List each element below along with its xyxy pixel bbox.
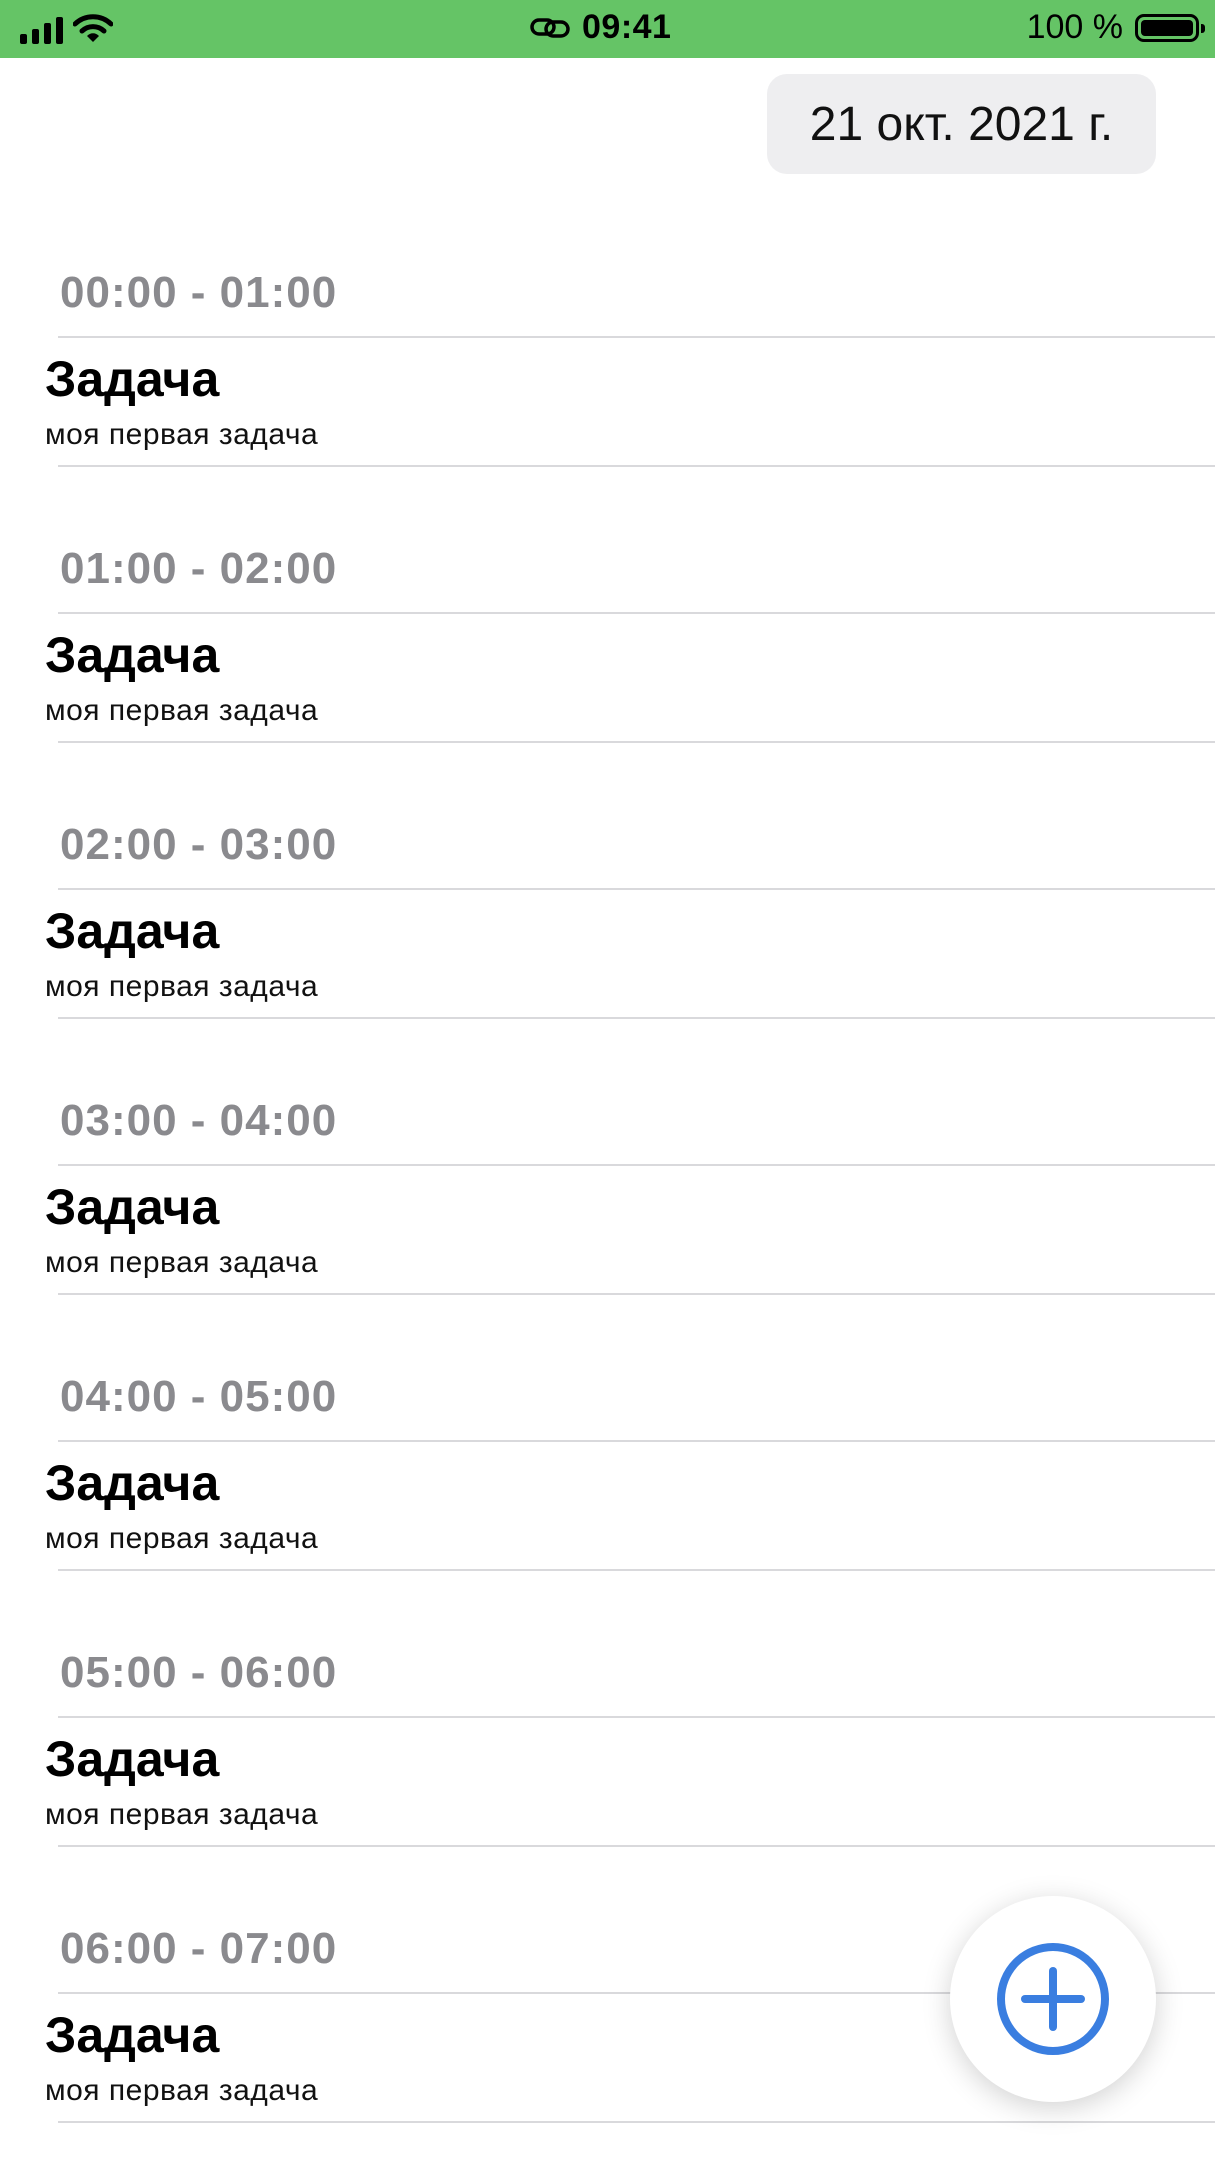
task-title: Задача: [45, 1731, 220, 1787]
slot-time-label: 06:00 - 07:00: [60, 1924, 338, 1973]
task-title: Задача: [45, 351, 220, 407]
task-title: Задача: [45, 627, 220, 683]
task-subtitle: моя первая задача: [45, 694, 319, 727]
status-right: 100 %: [1026, 8, 1205, 47]
slot-time-label: 02:00 - 03:00: [60, 820, 338, 869]
task-subtitle: моя первая задача: [45, 1798, 319, 1831]
time-slot: 05:00 - 06:00 Задача моя первая задача: [0, 1630, 1215, 1906]
divider: [58, 741, 1215, 743]
divider: [58, 2121, 1215, 2123]
wifi-icon: [73, 14, 113, 42]
time-slot: 02:00 - 03:00 Задача моя первая задача: [0, 802, 1215, 1078]
divider: [58, 1569, 1215, 1571]
task-subtitle: моя первая задача: [45, 418, 319, 451]
divider: [58, 1017, 1215, 1019]
status-left: [20, 14, 113, 44]
task-subtitle: моя первая задача: [45, 970, 319, 1003]
status-time: 09:41: [582, 8, 672, 46]
task-subtitle: моя первая задача: [45, 2074, 319, 2107]
slot-time-label: 05:00 - 06:00: [60, 1648, 338, 1697]
cellular-signal-icon: [20, 16, 63, 44]
date-label: 21 окт. 2021 г.: [809, 97, 1114, 151]
status-bar: 09:41 100 %: [0, 0, 1215, 58]
divider: [58, 1440, 1215, 1442]
divider: [58, 888, 1215, 890]
divider: [58, 1164, 1215, 1166]
add-task-button[interactable]: [950, 1896, 1156, 2102]
task-title: Задача: [45, 2007, 220, 2063]
divider: [58, 1845, 1215, 1847]
divider: [58, 465, 1215, 467]
slot-time-label: 04:00 - 05:00: [60, 1372, 338, 1421]
plus-circle-icon: [997, 1943, 1109, 2055]
divider: [58, 336, 1215, 338]
time-slot: 04:00 - 05:00 Задача моя первая задача: [0, 1354, 1215, 1630]
task-title: Задача: [45, 1179, 220, 1235]
slot-time-label: 03:00 - 04:00: [60, 1096, 338, 1145]
divider: [58, 1716, 1215, 1718]
slot-time-label: 00:00 - 01:00: [60, 268, 338, 317]
time-slot: 00:00 - 01:00 Задача моя первая задача: [0, 250, 1215, 526]
task-subtitle: моя первая задача: [45, 1246, 319, 1279]
status-center: 09:41: [530, 8, 671, 47]
time-slot: 01:00 - 02:00 Задача моя первая задача: [0, 526, 1215, 802]
link-icon: [530, 17, 570, 38]
task-subtitle: моя первая задача: [45, 1522, 319, 1555]
date-picker-button[interactable]: 21 окт. 2021 г.: [767, 74, 1156, 174]
slot-time-label: 01:00 - 02:00: [60, 544, 338, 593]
task-title: Задача: [45, 1455, 220, 1511]
time-slot: 03:00 - 04:00 Задача моя первая задача: [0, 1078, 1215, 1354]
battery-percent: 100 %: [1026, 8, 1123, 46]
task-title: Задача: [45, 903, 220, 959]
battery-icon: [1135, 13, 1205, 42]
divider: [58, 612, 1215, 614]
divider: [58, 1293, 1215, 1295]
